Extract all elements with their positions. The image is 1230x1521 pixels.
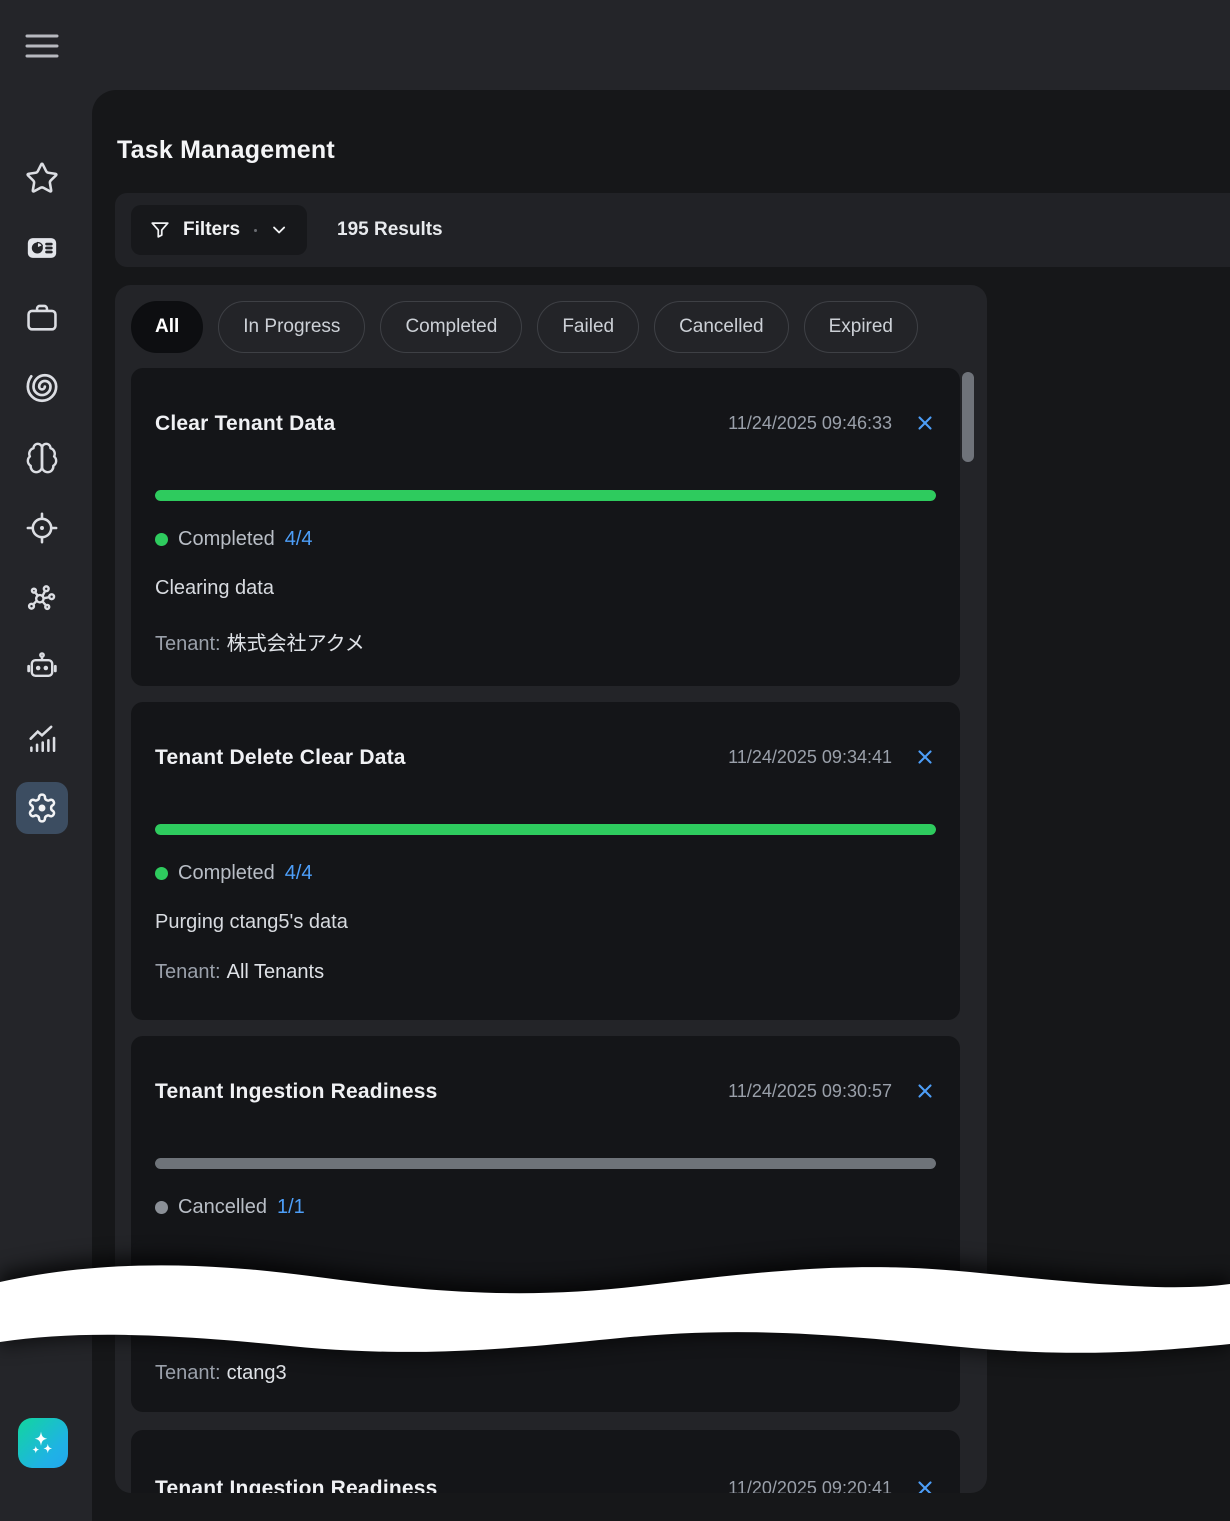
task-timestamp: 11/24/2025 09:34:41	[728, 747, 892, 768]
settings-gear-icon	[26, 792, 58, 824]
tenant-row: Tenant: ctang3	[155, 1362, 287, 1386]
locate-icon	[25, 511, 59, 545]
sidebar-item-locate[interactable]	[16, 502, 68, 554]
tenant-row: Tenant:株式会社アクメ	[155, 627, 936, 651]
tenant-label: Tenant:	[155, 633, 221, 655]
tenant-value: ctang3	[227, 1362, 287, 1384]
filter-tab-failed[interactable]: Failed	[537, 301, 639, 353]
network-icon	[25, 581, 59, 615]
sidebar-item-spiral[interactable]	[16, 362, 68, 414]
close-icon	[914, 412, 936, 434]
tenant-value: 株式会社アクメ	[227, 633, 365, 655]
sidebar-item-ai[interactable]	[16, 432, 68, 484]
status-count: 4/4	[285, 528, 313, 551]
task-card: Tenant Delete Clear Data 11/24/2025 09:3…	[131, 702, 960, 1020]
task-timestamp: 11/24/2025 09:30:57	[728, 1081, 892, 1102]
close-icon	[914, 1080, 936, 1102]
task-title: Tenant Ingestion Readiness	[155, 1477, 438, 1493]
task-progress-track	[155, 490, 936, 501]
status-dot	[155, 1201, 168, 1214]
sidebar-item-projects[interactable]	[16, 292, 68, 344]
results-count: 195 Results	[337, 193, 443, 267]
status-filter-tabs: All In Progress Completed Failed Cancelled Ex…	[131, 301, 918, 353]
robot-icon	[25, 651, 59, 685]
task-progress-track	[155, 824, 936, 835]
task-card: Clear Tenant Data 11/24/2025 09:46:33 Co…	[131, 368, 960, 686]
star-icon	[25, 161, 59, 195]
filter-tab-expired[interactable]: Expired	[804, 301, 918, 353]
status-dot	[155, 867, 168, 880]
task-dismiss-button[interactable]	[914, 1080, 936, 1102]
filter-tab-completed[interactable]: Completed	[380, 301, 522, 353]
task-progress-fill	[155, 490, 936, 501]
task-title: Tenant Ingestion Readiness	[155, 1080, 438, 1104]
sparkles-icon	[27, 1427, 59, 1459]
task-dismiss-button[interactable]	[914, 412, 936, 434]
sidebar-item-analytics[interactable]	[16, 712, 68, 764]
task-progress-fill	[155, 1158, 936, 1169]
task-card-partial-bottom: Tenant Ingestion Readiness 11/20/2025 09…	[131, 1430, 960, 1493]
task-timestamp: 11/20/2025 09:20:41	[728, 1478, 892, 1494]
main-window: Task Management Filters 195 Results All I…	[92, 90, 1230, 1521]
tenant-value: All Tenants	[227, 961, 324, 983]
filter-tab-in-progress[interactable]: In Progress	[218, 301, 365, 353]
task-dismiss-button[interactable]	[914, 1477, 936, 1493]
analytics-icon	[25, 721, 59, 755]
task-description: Clearing data	[155, 577, 936, 601]
sidebar	[0, 0, 92, 1521]
close-icon	[914, 1477, 936, 1493]
page-title: Task Management	[117, 136, 335, 165]
sidebar-item-network[interactable]	[16, 572, 68, 624]
status-count: 1/1	[277, 1196, 305, 1219]
chevron-down-icon	[269, 219, 289, 241]
status-label: Cancelled	[178, 1196, 267, 1219]
scrollbar-thumb[interactable]	[962, 372, 974, 462]
tenant-row: Tenant: All Tenants	[155, 961, 936, 985]
menu-button[interactable]	[25, 33, 59, 59]
task-dismiss-button[interactable]	[914, 746, 936, 768]
funnel-icon	[149, 218, 171, 242]
task-timestamp: 11/24/2025 09:46:33	[728, 413, 892, 434]
task-progress-track	[155, 1158, 936, 1169]
sidebar-item-dashboard[interactable]	[16, 222, 68, 274]
filter-toolbar: Filters 195 Results	[115, 193, 1230, 267]
assistant-button[interactable]	[18, 1418, 68, 1468]
sidebar-item-favorites[interactable]	[16, 152, 68, 204]
close-icon	[914, 746, 936, 768]
spiral-icon	[25, 371, 59, 405]
brain-icon	[25, 441, 59, 475]
sidebar-item-settings[interactable]	[16, 782, 68, 834]
task-title: Tenant Delete Clear Data	[155, 746, 406, 770]
briefcase-icon	[25, 301, 59, 335]
tenant-label: Tenant:	[155, 961, 221, 983]
status-count: 4/4	[285, 862, 313, 885]
filters-button-label: Filters	[183, 219, 240, 241]
sidebar-item-bots[interactable]	[16, 642, 68, 694]
filter-tab-all[interactable]: All	[131, 301, 203, 353]
filters-button[interactable]: Filters	[131, 205, 307, 255]
task-progress-fill	[155, 824, 936, 835]
sidebar-nav	[16, 152, 68, 834]
menu-icon	[25, 33, 59, 59]
separator-dot	[254, 229, 257, 232]
task-title: Clear Tenant Data	[155, 412, 335, 436]
tenant-label: Tenant:	[155, 1362, 221, 1384]
task-card-partial-top: Tenant: ctang3	[131, 1240, 960, 1412]
task-description: Purging ctang5's data	[155, 911, 936, 935]
filter-tab-cancelled[interactable]: Cancelled	[654, 301, 789, 353]
task-list-panel: All In Progress Completed Failed Cancelled Ex…	[115, 285, 987, 1493]
status-label: Completed	[178, 862, 275, 885]
dashboard-card-icon	[25, 231, 59, 265]
status-dot	[155, 533, 168, 546]
task-cards-list: Clear Tenant Data 11/24/2025 09:46:33 Co…	[131, 368, 960, 1354]
status-label: Completed	[178, 528, 275, 551]
